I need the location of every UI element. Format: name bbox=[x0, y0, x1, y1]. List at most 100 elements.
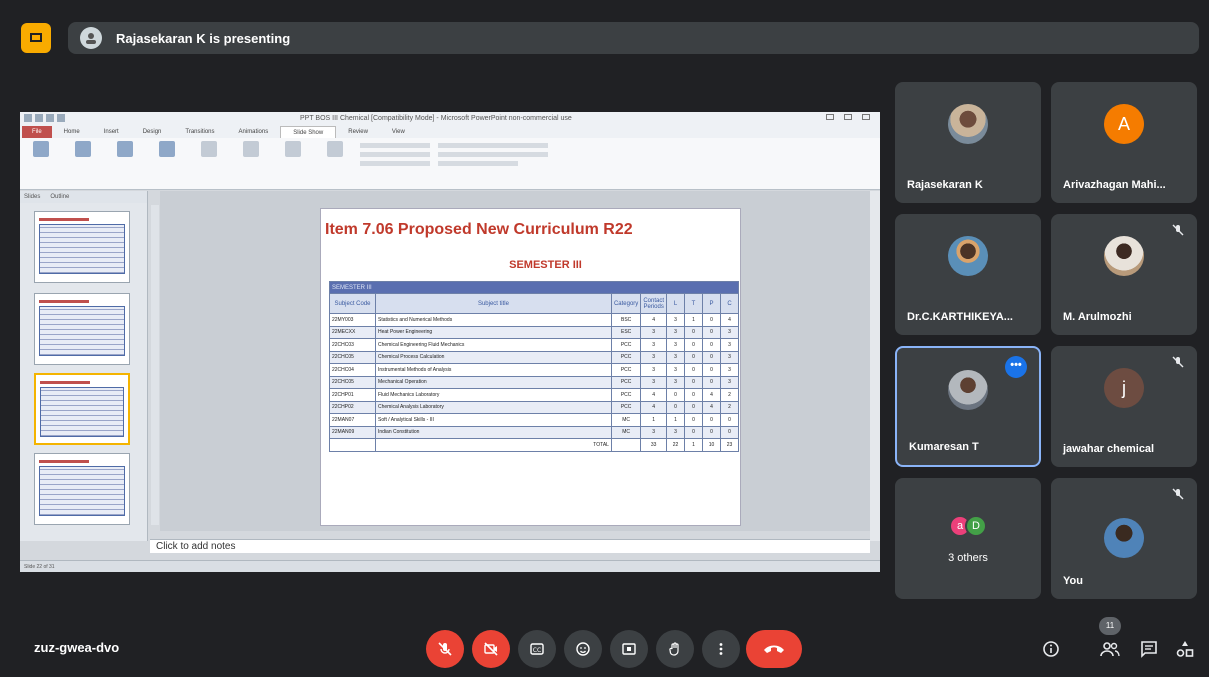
meeting-code: zuz-gwea-dvo bbox=[34, 640, 120, 655]
captions-button[interactable]: CC bbox=[518, 630, 556, 668]
hand-icon bbox=[669, 642, 679, 656]
svg-text:CC: CC bbox=[533, 647, 541, 654]
participant-avatar bbox=[1104, 236, 1144, 276]
top-bar: Rajasekaran K is presenting bbox=[10, 10, 1199, 56]
table-cell: 0 bbox=[702, 413, 721, 427]
table-cell: 22CHC04 bbox=[329, 363, 376, 377]
slide-thumbnail[interactable] bbox=[34, 211, 130, 283]
from-beginning-button[interactable] bbox=[24, 141, 58, 186]
participant-tile[interactable]: Dr.C.KARTHIKEYA... bbox=[895, 214, 1041, 335]
table-row: 22MY003 Statistics and Numerical Methods B… bbox=[329, 313, 739, 327]
activities-button[interactable] bbox=[1172, 636, 1198, 662]
slide-title: Item 7.06 Proposed New Curriculum R22 bbox=[325, 221, 633, 238]
participant-count-badge: 11 bbox=[1099, 617, 1121, 635]
custom-show-button[interactable] bbox=[150, 141, 184, 186]
slide-subtitle: SEMESTER III bbox=[509, 259, 582, 271]
table-cell: 0 bbox=[684, 400, 703, 414]
table-cell: 3 bbox=[666, 350, 685, 364]
table-cell: PCC bbox=[610, 363, 642, 377]
total-cell: 1 bbox=[684, 438, 703, 452]
meeting-details-button[interactable] bbox=[1038, 636, 1064, 662]
monitor-options bbox=[438, 141, 548, 186]
tab-file[interactable]: File bbox=[22, 126, 52, 138]
total-cell: 33 bbox=[640, 438, 667, 452]
table-cell: 3 bbox=[640, 338, 667, 352]
table-cell: 3 bbox=[720, 338, 739, 352]
table-cell: 3 bbox=[720, 325, 739, 339]
camera-toggle-button[interactable] bbox=[472, 630, 510, 668]
chat-button[interactable] bbox=[1136, 636, 1162, 662]
table-cell: 0 bbox=[720, 425, 739, 439]
slide-thumbnail[interactable] bbox=[34, 293, 130, 365]
more-options-icon[interactable]: ••• bbox=[1005, 356, 1027, 378]
mic-toggle-button[interactable] bbox=[426, 630, 464, 668]
broadcast-button[interactable] bbox=[108, 141, 142, 186]
col-header: Subject Code bbox=[329, 293, 376, 314]
activities-icon bbox=[1176, 641, 1194, 657]
table-cell: 22CHP02 bbox=[329, 400, 376, 414]
from-current-slide-button[interactable] bbox=[66, 141, 100, 186]
hand-raise-indicator[interactable] bbox=[21, 23, 51, 53]
tab-outline[interactable]: Outline bbox=[50, 194, 69, 200]
tab-design[interactable]: Design bbox=[131, 126, 174, 138]
close-icon[interactable] bbox=[862, 114, 870, 120]
table-cell: 3 bbox=[640, 350, 667, 364]
participant-avatar bbox=[948, 236, 988, 276]
present-icon bbox=[622, 643, 636, 655]
tab-view[interactable]: View bbox=[380, 126, 417, 138]
participant-tile[interactable]: Rajasekaran K bbox=[895, 82, 1041, 203]
tab-slides[interactable]: Slides bbox=[24, 194, 40, 200]
tab-slide-show[interactable]: Slide Show bbox=[280, 126, 337, 138]
slide-thumbnail-selected[interactable] bbox=[34, 373, 130, 445]
leave-call-button[interactable] bbox=[746, 630, 802, 668]
table-cell: 22CHC05 bbox=[329, 375, 376, 389]
self-tile[interactable]: You bbox=[1051, 478, 1197, 599]
slide-thumbnail[interactable] bbox=[34, 453, 130, 525]
slide: Item 7.06 Proposed New Curriculum R22 SE… bbox=[320, 208, 741, 526]
others-tile[interactable]: a D 3 others bbox=[895, 478, 1041, 599]
more-options-button[interactable] bbox=[702, 630, 740, 668]
shared-screen: PPT BOS III Chemical [Compatibility Mode… bbox=[20, 112, 880, 572]
participant-tile[interactable]: A Arivazhagan Mahi... bbox=[1051, 82, 1197, 203]
table-cell: MC bbox=[610, 425, 642, 439]
mic-off-icon bbox=[1171, 488, 1185, 502]
slide-editing-area: Item 7.06 Proposed New Curriculum R22 SE… bbox=[160, 191, 870, 531]
table-row: 22CHC04 Instrumental Methods of Analysis P… bbox=[329, 363, 739, 377]
table-cell: 2 bbox=[720, 388, 739, 402]
participant-name: Kumaresan T bbox=[909, 441, 979, 453]
participant-name: M. Arulmozhi bbox=[1063, 311, 1132, 323]
table-cell: 0 bbox=[720, 413, 739, 427]
table-cell: BSC bbox=[610, 313, 642, 327]
notes-pane[interactable]: Click to add notes bbox=[150, 539, 870, 553]
table-cell: 0 bbox=[702, 350, 721, 364]
thumbnail-scrollbar[interactable] bbox=[151, 205, 159, 525]
table-cell: 22CHP01 bbox=[329, 388, 376, 402]
present-button[interactable] bbox=[610, 630, 648, 668]
table-row: 22MECXX Heat Power Engineering ESC 3 3 0 0 3 bbox=[329, 325, 739, 339]
tab-home[interactable]: Home bbox=[52, 126, 92, 138]
mic-off-icon bbox=[438, 642, 452, 656]
tab-animations[interactable]: Animations bbox=[227, 126, 281, 138]
hide-slide-button[interactable] bbox=[234, 141, 268, 186]
raise-hand-button[interactable] bbox=[656, 630, 694, 668]
rehearse-timings-button[interactable] bbox=[276, 141, 310, 186]
people-button[interactable] bbox=[1097, 636, 1123, 662]
record-show-button[interactable] bbox=[318, 141, 352, 186]
tab-insert[interactable]: Insert bbox=[92, 126, 131, 138]
participant-tile[interactable]: j jawahar chemical bbox=[1051, 346, 1197, 467]
maximize-icon[interactable] bbox=[844, 114, 852, 120]
participant-tile[interactable]: M. Arulmozhi bbox=[1051, 214, 1197, 335]
set-up-show-button[interactable] bbox=[192, 141, 226, 186]
tab-review[interactable]: Review bbox=[336, 126, 380, 138]
participant-tile-active[interactable]: ••• Kumaresan T bbox=[895, 346, 1041, 467]
presenting-banner: Rajasekaran K is presenting bbox=[68, 22, 1199, 54]
minimize-icon[interactable] bbox=[826, 114, 834, 120]
table-cell: 0 bbox=[684, 338, 703, 352]
participant-name: jawahar chemical bbox=[1063, 443, 1155, 455]
col-header: L bbox=[666, 293, 685, 314]
table-cell: 22MY003 bbox=[329, 313, 376, 327]
slide-scrollbar[interactable] bbox=[870, 191, 880, 541]
reactions-button[interactable] bbox=[564, 630, 602, 668]
tab-transitions[interactable]: Transitions bbox=[173, 126, 226, 138]
user-icon bbox=[86, 33, 96, 44]
